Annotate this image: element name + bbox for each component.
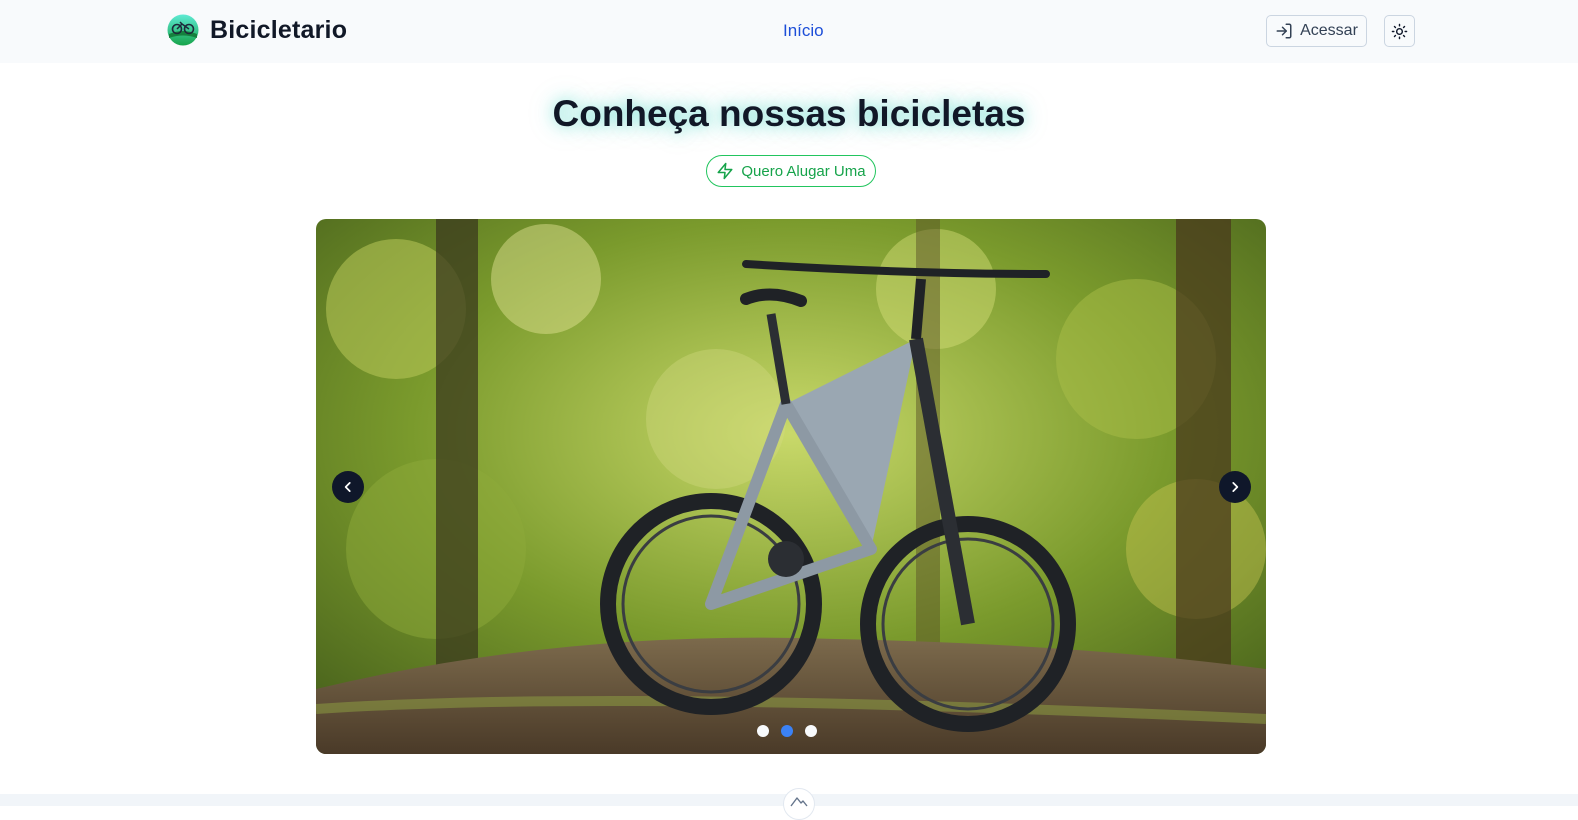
carousel-dot-1[interactable] — [757, 725, 769, 737]
bike-carousel — [316, 219, 1266, 754]
bike-globe-logo-icon — [167, 14, 199, 46]
sun-icon — [1391, 23, 1408, 39]
carousel-dot-2[interactable] — [781, 725, 793, 737]
sign-in-icon — [1276, 23, 1292, 39]
top-navbar: Bicicletario Início Acessar — [0, 0, 1578, 63]
scroll-top-button[interactable] — [783, 788, 815, 820]
lightning-icon — [717, 162, 733, 180]
carousel-dot-3[interactable] — [805, 725, 817, 737]
carousel-next-button[interactable] — [1219, 471, 1251, 503]
login-button[interactable]: Acessar — [1266, 15, 1367, 47]
nav-link-home[interactable]: Início — [783, 21, 824, 41]
chevron-right-icon — [1232, 482, 1239, 492]
page-title: Conheça nossas bicicletas — [552, 93, 1026, 134]
rent-bike-button[interactable]: Quero Alugar Uma — [706, 155, 876, 187]
carousel-prev-button[interactable] — [332, 471, 364, 503]
chevron-left-icon — [344, 482, 351, 492]
brand-link[interactable]: Bicicletario — [167, 14, 347, 46]
login-label: Acessar — [1300, 22, 1358, 39]
carousel-indicators — [757, 725, 817, 737]
theme-toggle-button[interactable] — [1384, 15, 1415, 47]
brand-name: Bicicletario — [210, 15, 348, 44]
carousel-slide-image — [316, 219, 1266, 754]
rent-bike-label: Quero Alugar Uma — [741, 162, 866, 180]
mountain-icon — [790, 797, 808, 807]
